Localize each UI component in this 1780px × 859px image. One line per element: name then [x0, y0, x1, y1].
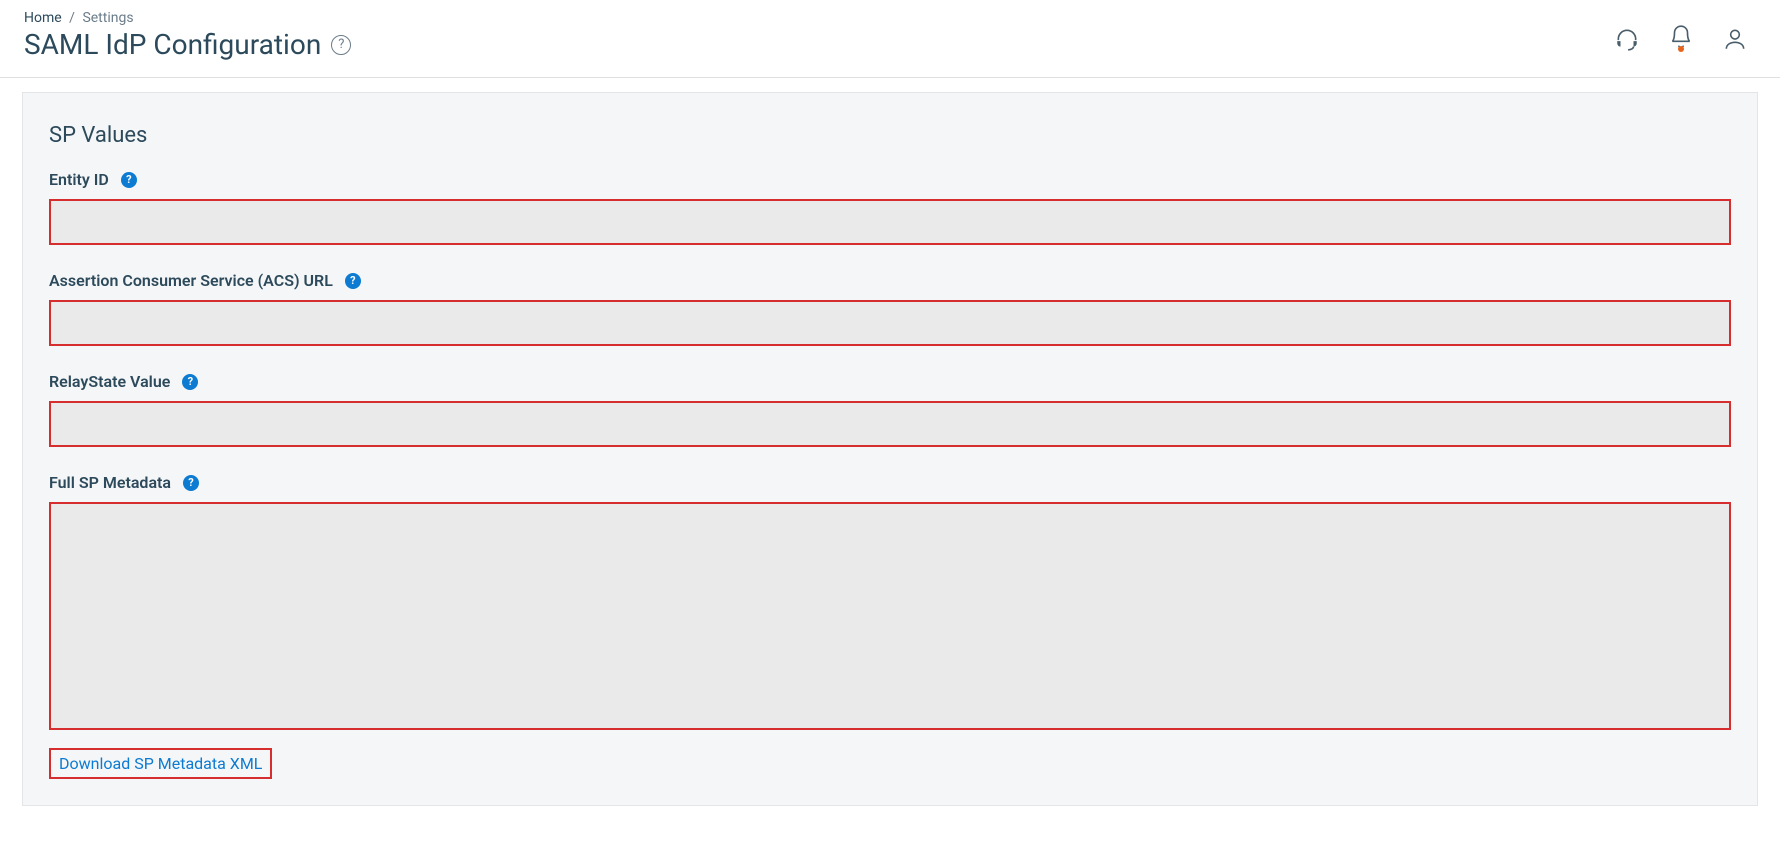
- entity-id-label-row: Entity ID ?: [49, 170, 1731, 189]
- entity-id-label: Entity ID: [49, 170, 109, 189]
- relay-state-label: RelayState Value: [49, 372, 170, 391]
- breadcrumb-settings[interactable]: Settings: [82, 10, 133, 26]
- full-sp-metadata-label: Full SP Metadata: [49, 473, 171, 492]
- acs-url-input[interactable]: [49, 300, 1731, 346]
- header-icons: [1614, 10, 1756, 54]
- notifications-wrap[interactable]: [1668, 24, 1694, 54]
- notification-dot-icon: [1678, 46, 1684, 52]
- page-title: SAML IdP Configuration: [24, 28, 321, 61]
- page-header: Home / Settings SAML IdP Configuration ?: [0, 0, 1780, 78]
- body-area: SP Values Entity ID ? Assertion Consumer…: [0, 78, 1780, 859]
- acs-url-label: Assertion Consumer Service (ACS) URL: [49, 271, 333, 290]
- acs-url-help-icon[interactable]: ?: [345, 273, 361, 289]
- help-icon[interactable]: ?: [331, 35, 351, 55]
- full-sp-metadata-textarea[interactable]: [49, 502, 1731, 730]
- scroll-gap: [0, 78, 1780, 92]
- entity-id-input[interactable]: [49, 199, 1731, 245]
- sp-values-title: SP Values: [49, 123, 1731, 148]
- breadcrumb: Home / Settings: [24, 10, 351, 26]
- acs-url-label-row: Assertion Consumer Service (ACS) URL ?: [49, 271, 1731, 290]
- download-sp-metadata-link[interactable]: Download SP Metadata XML: [49, 748, 272, 779]
- user-icon[interactable]: [1722, 26, 1748, 52]
- sp-values-panel: SP Values Entity ID ? Assertion Consumer…: [22, 92, 1758, 806]
- full-sp-metadata-label-row: Full SP Metadata ?: [49, 473, 1731, 492]
- breadcrumb-sep: /: [69, 10, 75, 26]
- entity-id-help-icon[interactable]: ?: [121, 172, 137, 188]
- headset-icon[interactable]: [1614, 26, 1640, 52]
- page-title-row: SAML IdP Configuration ?: [24, 28, 351, 61]
- breadcrumb-home[interactable]: Home: [24, 10, 62, 26]
- header-left: Home / Settings SAML IdP Configuration ?: [24, 10, 351, 61]
- relay-state-input[interactable]: [49, 401, 1731, 447]
- relay-state-label-row: RelayState Value ?: [49, 372, 1731, 391]
- relay-state-help-icon[interactable]: ?: [182, 374, 198, 390]
- full-sp-metadata-help-icon[interactable]: ?: [183, 475, 199, 491]
